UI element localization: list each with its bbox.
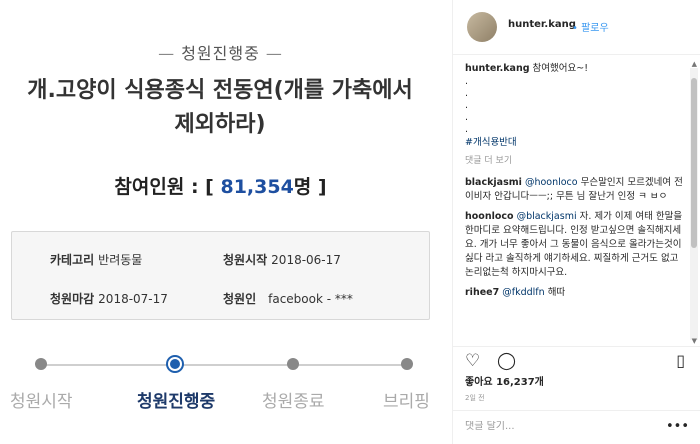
status-heading: — 청원진행중 — <box>158 44 283 63</box>
scroll-up-icon[interactable]: ▲ <box>692 60 697 68</box>
more-icon[interactable]: ••• <box>666 419 689 434</box>
comment-item: rihee7 @fkddlfn 해따 <box>465 286 683 300</box>
comments-scrollbar[interactable] <box>690 68 698 340</box>
caption: hunter.kang 참여했어요~! <box>465 62 683 76</box>
comment-list: hunter.kang 참여했어요~! . . . . . #개식용반대 댓글 … <box>465 62 683 300</box>
like-count[interactable]: 좋아요 16,237개 <box>465 373 544 388</box>
heart-icon[interactable]: ♡ <box>465 351 480 371</box>
scroll-down-icon[interactable]: ▼ <box>692 337 697 345</box>
comment-icon[interactable]: ◯ <box>497 351 516 371</box>
avatar[interactable] <box>467 12 497 42</box>
action-bar: ♡ ◯ ▯ <box>453 346 700 374</box>
bookmark-icon[interactable]: ▯ <box>676 351 685 370</box>
petition-title: 개.고양이 식용종식 전동연(개를 가축에서 제외하라) <box>27 78 413 137</box>
hashtag-link[interactable]: #개식용반대 <box>465 136 683 150</box>
comment-mention[interactable]: @blackjasmi <box>517 211 577 222</box>
step-dot-closed <box>287 358 299 370</box>
comment-input[interactable] <box>465 421 665 432</box>
post-header: hunter.kang • 팔로우 <box>453 0 700 55</box>
scrollbar-thumb[interactable] <box>691 78 697 248</box>
petition-info-box: 카테고리 반려동물 청원시작 2018-06-17 청원마감 2018-07-17 청… <box>11 231 430 320</box>
comment-username[interactable]: hoonloco <box>465 211 514 222</box>
step-label-briefing: 브리핑 <box>383 392 430 412</box>
petitioner-field: 청원인 facebook - *** <box>223 292 353 306</box>
comment-text: 해따 <box>547 287 566 298</box>
comment-item: blackjasmi @hoonloco 무슨말인지 모르겠네여 전 이비자 안… <box>465 176 683 204</box>
caption-username[interactable]: hunter.kang <box>465 63 530 74</box>
comment-username[interactable]: rihee7 <box>465 287 499 298</box>
post-image: — 청원진행중 — 개.고양이 식용종식 전동연(개를 가축에서 제외하라) 참… <box>0 0 441 444</box>
participant-count: 참여인원 : [ 81,354명 ] <box>114 176 327 198</box>
comment-mention[interactable]: @hoonloco <box>525 177 578 188</box>
add-comment-bar: ••• <box>453 410 700 444</box>
post-time[interactable]: 2일 전 <box>465 393 485 403</box>
start-date-field: 청원시작 2018-06-17 <box>223 253 341 267</box>
comment-item: hoonloco @blackjasmi 자. 제가 이제 여태 한말을 한마디… <box>465 210 683 280</box>
view-more-comments-link[interactable]: 댓글 더 보기 <box>465 154 683 168</box>
category-field: 카테고리 반려동물 <box>50 253 143 267</box>
comment-username[interactable]: blackjasmi <box>465 177 522 188</box>
step-dot-briefing <box>401 358 413 370</box>
progress-track <box>41 364 408 366</box>
step-dot-start <box>35 358 47 370</box>
post-side-panel: hunter.kang • 팔로우 hunter.kang 참여했어요~! . … <box>452 0 700 444</box>
comment-mention[interactable]: @fkddlfn <box>502 287 544 298</box>
follow-button[interactable]: • 팔로우 <box>572 19 609 34</box>
step-label-start: 청원시작 <box>10 392 73 412</box>
caption-text: 참여했어요~! <box>532 63 589 74</box>
username-link[interactable]: hunter.kang <box>508 19 576 30</box>
step-label-in-progress: 청원진행중 <box>137 392 216 412</box>
step-label-closed: 청원종료 <box>262 392 325 412</box>
end-date-field: 청원마감 2018-07-17 <box>50 292 168 306</box>
step-dot-in-progress <box>168 357 182 371</box>
